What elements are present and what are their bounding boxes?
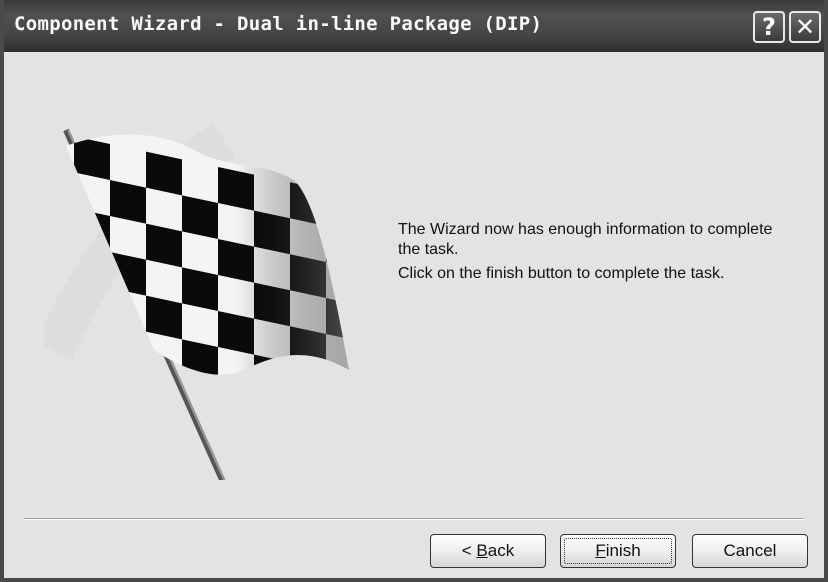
title-bar[interactable]: Component Wizard - Dual in-line Package … (4, 0, 824, 52)
close-icon: ✕ (794, 13, 816, 41)
wizard-content: The Wizard now has enough information to… (4, 52, 824, 578)
focus-rectangle (564, 538, 672, 564)
close-button[interactable]: ✕ (789, 11, 821, 43)
checkered-flag-icon (44, 123, 349, 480)
message-line-1: The Wizard now has enough information to… (398, 221, 773, 258)
wizard-message: The Wizard now has enough information to… (398, 220, 798, 288)
back-button-label: < Back (461, 541, 515, 560)
wizard-window: Component Wizard - Dual in-line Package … (0, 0, 828, 582)
cancel-button-label: Cancel (723, 541, 777, 560)
message-line-2: Click on the finish button to complete t… (398, 265, 725, 282)
cancel-button[interactable]: Cancel (692, 534, 808, 568)
button-separator (24, 518, 804, 520)
help-button[interactable]: ? (753, 11, 785, 43)
help-icon: ? (762, 13, 776, 41)
window-title: Component Wizard - Dual in-line Package … (14, 13, 543, 35)
back-button[interactable]: < Back (430, 534, 546, 568)
finish-button[interactable]: Finish (560, 534, 676, 568)
